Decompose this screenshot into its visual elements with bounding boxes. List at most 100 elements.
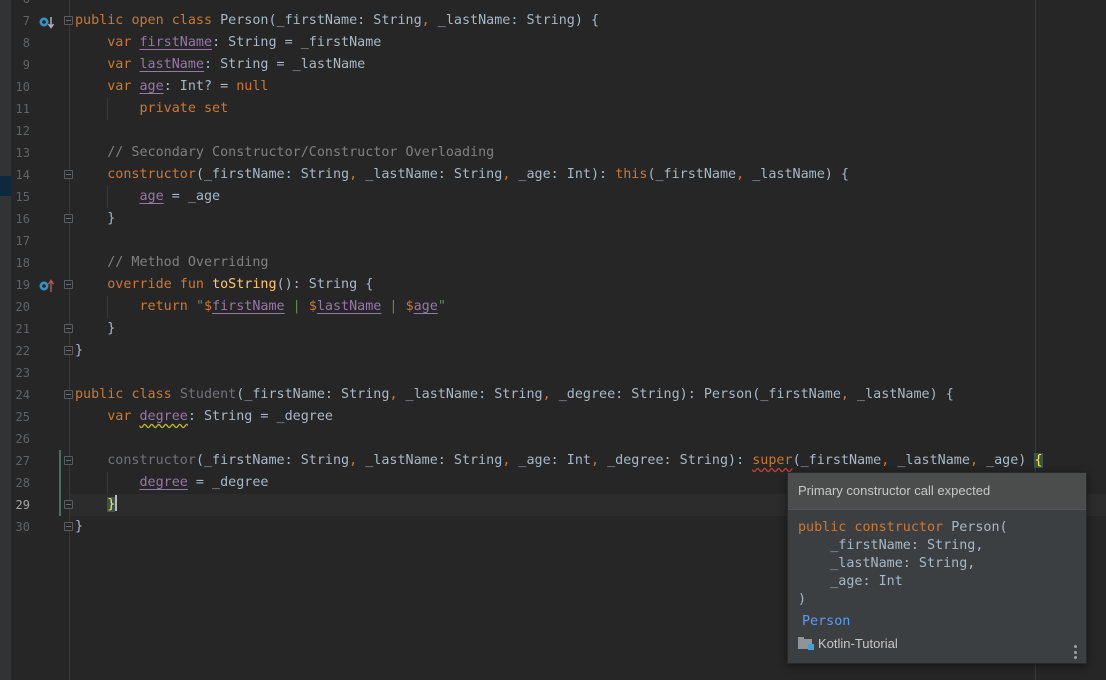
code-text[interactable]: var firstName: String = _firstName: [75, 32, 381, 54]
token-brace: {: [1034, 453, 1043, 468]
code-text[interactable]: degree = _degree: [75, 472, 269, 494]
code-text[interactable]: }: [75, 516, 83, 538]
token-cmt: // Method Overriding: [107, 255, 269, 270]
module-info: Kotlin-Tutorial: [798, 636, 898, 651]
code-line[interactable]: 12: [0, 120, 1106, 142]
code-line[interactable]: 23: [0, 362, 1106, 384]
code-text[interactable]: var lastName: String = _lastName: [75, 54, 365, 76]
code-line[interactable]: 21 }: [0, 318, 1106, 340]
code-line[interactable]: 11 private set: [0, 98, 1106, 120]
token-prop: age: [413, 299, 438, 314]
token-kw: ,: [389, 387, 398, 402]
code-text[interactable]: // Method Overriding: [75, 252, 269, 274]
line-number: 14: [15, 168, 30, 182]
code-text[interactable]: constructor(_firstName: String, _lastNam…: [75, 164, 849, 186]
token-kw: class: [131, 387, 172, 402]
code-text[interactable]: }: [75, 340, 83, 362]
code-text[interactable]: age = _age: [75, 186, 221, 208]
code-text[interactable]: public open class Person(_firstName: Str…: [75, 10, 599, 32]
token-t: _lastName) {: [744, 167, 849, 182]
code-text[interactable]: return "$firstName | $lastName | $age": [75, 296, 446, 318]
token-t: [131, 79, 139, 94]
token-kw: public: [75, 387, 124, 402]
code-line[interactable]: 14 constructor(_firstName: String, _last…: [0, 164, 1106, 186]
code-line[interactable]: 15 age = _age: [0, 186, 1106, 208]
module-folder-icon: [798, 637, 814, 650]
token-str: ": [437, 299, 446, 314]
token-t: [75, 409, 107, 424]
line-number: 27: [15, 454, 30, 468]
line-number: 24: [15, 388, 30, 402]
token-tpl: $: [204, 299, 213, 314]
code-text[interactable]: }: [75, 318, 115, 340]
token-unused: constructor: [107, 453, 196, 468]
more-options-icon[interactable]: [1073, 645, 1077, 659]
token-kw: public: [75, 13, 124, 28]
line-number: 18: [15, 256, 30, 270]
token-str: |: [381, 299, 406, 314]
code-text[interactable]: var age: Int? = null: [75, 76, 268, 98]
code-line[interactable]: 18 // Method Overriding: [0, 252, 1106, 274]
token-kw: ,: [840, 387, 849, 402]
token-kw: ,: [349, 453, 358, 468]
code-line[interactable]: 10 var age: Int? = null: [0, 76, 1106, 98]
line-number: 20: [15, 300, 30, 314]
signature-param: _lastName: String,: [798, 556, 976, 571]
token-kw: private set: [139, 101, 229, 116]
token-t: (_firstName: [792, 453, 882, 468]
token-t: }: [75, 519, 84, 534]
token-unused: Student: [179, 387, 237, 402]
line-number: 8: [22, 36, 30, 50]
error-tooltip-popup[interactable]: Primary constructor call expected public…: [787, 472, 1087, 664]
code-text[interactable]: public class Student(_firstName: String,…: [75, 384, 954, 406]
token-t: _lastName: String) {: [429, 13, 600, 28]
code-line[interactable]: 19 override fun toString(): String {: [0, 274, 1106, 296]
token-t: Person(_firstName: String: [212, 13, 422, 28]
token-t: }: [75, 321, 116, 336]
line-number: 26: [15, 432, 30, 446]
signature-param: _firstName: String,: [798, 538, 984, 553]
code-text[interactable]: }: [75, 208, 115, 230]
code-line[interactable]: 8 var firstName: String = _firstName: [0, 32, 1106, 54]
code-line[interactable]: 27 constructor(_firstName: String, _last…: [0, 450, 1106, 472]
token-t: : String = _lastName: [204, 57, 366, 72]
code-line[interactable]: 7 public open class Person(_firstName: St…: [0, 10, 1106, 32]
token-t: (_firstName: String: [236, 387, 390, 402]
code-line[interactable]: 9 var lastName: String = _lastName: [0, 54, 1106, 76]
token-t: : String = _firstName: [212, 35, 382, 50]
code-line[interactable]: 16 }: [0, 208, 1106, 230]
token-t: [75, 101, 140, 116]
code-line[interactable]: 17: [0, 230, 1106, 252]
code-text[interactable]: var degree: String = _degree: [75, 406, 333, 428]
token-tpl: $: [308, 299, 317, 314]
code-text[interactable]: override fun toString(): String {: [75, 274, 373, 296]
code-line[interactable]: 24 public class Student(_firstName: Strin…: [0, 384, 1106, 406]
code-text[interactable]: }: [75, 494, 118, 516]
code-line[interactable]: 13 // Secondary Constructor/Constructor …: [0, 142, 1106, 164]
code-line[interactable]: 22}: [0, 340, 1106, 362]
token-prop: lastName: [139, 57, 205, 72]
token-kw: ,: [736, 167, 745, 182]
token-t: [75, 255, 107, 270]
token-t: [204, 277, 212, 292]
code-line[interactable]: 20 return "$firstName | $lastName | $age…: [0, 296, 1106, 318]
token-t: _age: Int):: [510, 167, 616, 182]
code-line[interactable]: 25 var degree: String = _degree: [0, 406, 1106, 428]
line-number: 15: [15, 190, 30, 204]
signature-close: ): [798, 592, 807, 607]
line-number: 13: [15, 146, 30, 160]
class-link-person[interactable]: Person: [792, 611, 1086, 633]
line-number: 10: [15, 80, 30, 94]
token-t: : String = _degree: [187, 409, 333, 424]
code-line[interactable]: 26: [0, 428, 1106, 450]
line-number: 17: [15, 234, 30, 248]
code-text[interactable]: private set: [75, 98, 229, 120]
code-text[interactable]: constructor(_firstName: String, _lastNam…: [75, 450, 1043, 472]
line-number: 21: [15, 322, 30, 336]
token-t: [75, 57, 107, 72]
token-t: [188, 299, 196, 314]
line-number: 11: [15, 102, 30, 116]
token-kw: var: [107, 57, 132, 72]
code-text[interactable]: // Secondary Constructor/Constructor Ove…: [75, 142, 494, 164]
token-t: [75, 35, 107, 50]
